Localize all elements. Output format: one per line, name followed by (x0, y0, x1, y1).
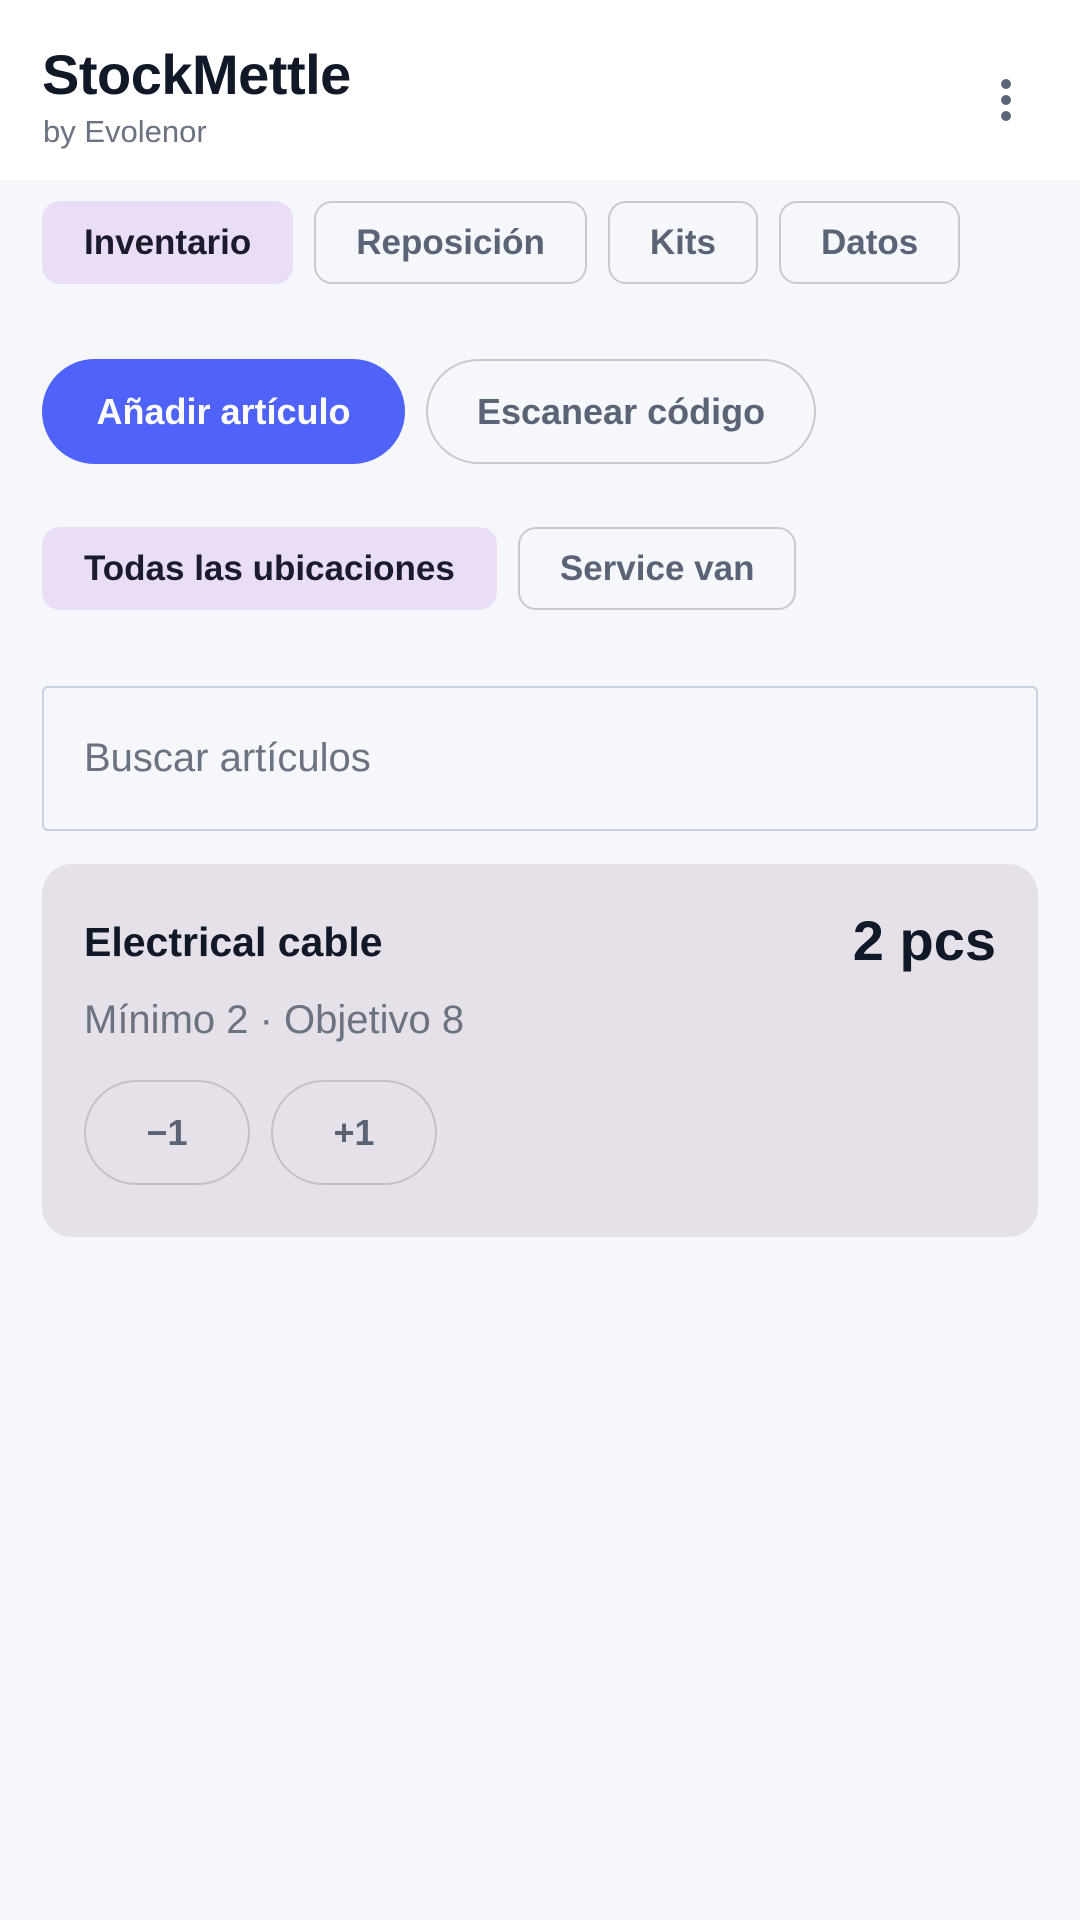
app-subtitle: by Evolenor (43, 114, 207, 149)
menu-dot (1001, 111, 1011, 121)
location-chip-all[interactable]: Todas las ubicaciones (42, 527, 497, 610)
item-card: Electrical cable 2 pcs Mínimo 2 · Objeti… (42, 864, 1038, 1237)
action-buttons: Añadir artículo Escanear código (42, 359, 816, 464)
item-quantity: 2 pcs (852, 909, 996, 972)
app-root: StockMettle by Evolenor Inventario Repos… (0, 0, 1080, 1920)
scan-code-button[interactable]: Escanear código (426, 359, 816, 464)
location-chip-service-van[interactable]: Service van (517, 527, 797, 610)
menu-dot (1001, 79, 1011, 89)
quantity-stepper: −1 +1 (84, 1080, 437, 1185)
app-title: StockMettle (42, 43, 351, 106)
increment-button[interactable]: +1 (271, 1080, 437, 1185)
tab-kits[interactable]: Kits (607, 201, 759, 284)
menu-dot (1001, 95, 1011, 105)
app-header: StockMettle by Evolenor (0, 0, 1080, 180)
item-name: Electrical cable (84, 919, 383, 965)
tab-datos[interactable]: Datos (779, 201, 961, 284)
add-item-button[interactable]: Añadir artículo (42, 359, 405, 464)
tab-inventario[interactable]: Inventario (42, 201, 294, 284)
tab-reposicion[interactable]: Reposición (314, 201, 587, 284)
decrement-button[interactable]: −1 (84, 1080, 250, 1185)
search-input[interactable] (42, 686, 1038, 831)
item-meta: Mínimo 2 · Objetivo 8 (84, 998, 465, 1042)
more-vertical-icon[interactable] (976, 70, 1036, 130)
main-tabs: Inventario Reposición Kits Datos (42, 201, 961, 284)
location-filter: Todas las ubicaciones Service van (42, 527, 797, 610)
